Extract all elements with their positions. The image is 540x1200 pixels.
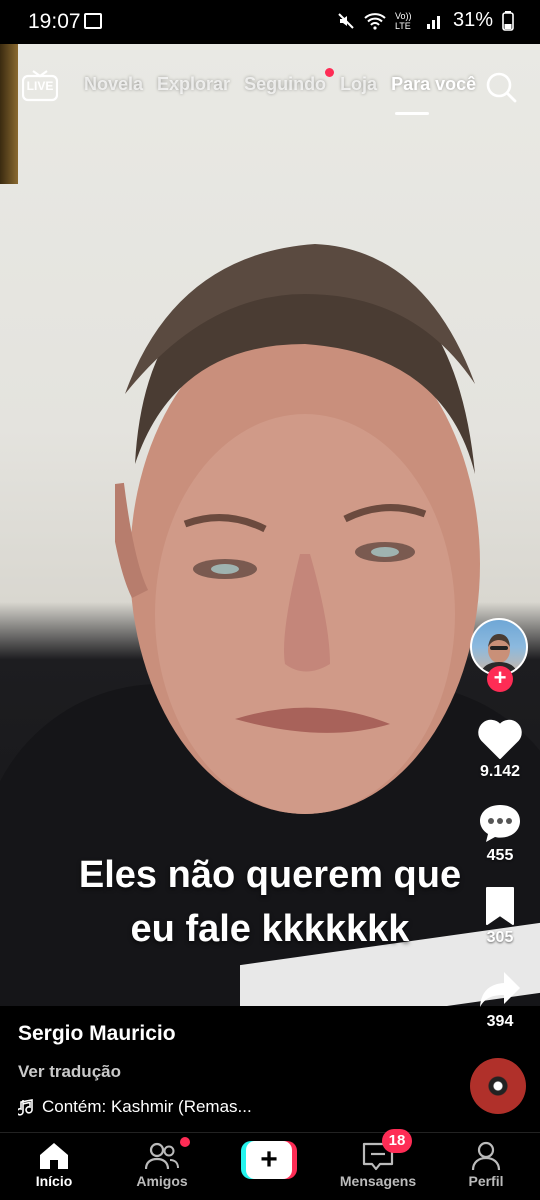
bottom-navigation: Início Amigos + Mensagens 18 Perfil <box>0 1129 540 1200</box>
network-label: Vo)) LTE <box>394 10 412 31</box>
signal-icon <box>426 15 440 29</box>
share-count: 394 <box>486 1013 514 1030</box>
follow-button[interactable]: + <box>487 666 513 692</box>
status-time: 19:07 <box>28 10 81 33</box>
tab-seguindo-label: Seguindo <box>244 74 327 94</box>
friends-icon <box>145 1142 179 1170</box>
share-button[interactable]: 394 <box>470 970 530 1031</box>
music-disc-icon[interactable] <box>470 1058 526 1114</box>
heart-icon <box>478 719 522 759</box>
profile-icon <box>471 1141 501 1171</box>
caption-line-1: Eles não querem que <box>78 854 462 896</box>
music-info[interactable]: Contém: Kashmir (Remas... <box>18 1097 252 1117</box>
mute-icon <box>338 12 354 29</box>
live-label: LIVE <box>26 79 54 93</box>
search-icon[interactable] <box>484 70 518 104</box>
messages-badge: 18 <box>382 1129 412 1153</box>
nav-friends-label: Amigos <box>136 1173 188 1189</box>
bookmark-icon <box>486 887 514 925</box>
video-caption: Eles não querem que eu fale kkkkkkk <box>0 848 540 956</box>
tab-novela[interactable]: Novela <box>84 74 143 95</box>
save-count: 305 <box>486 929 514 946</box>
comment-button[interactable]: 455 <box>470 802 530 865</box>
video-subject-face <box>115 244 480 814</box>
active-tab-indicator <box>395 112 429 115</box>
nav-messages[interactable]: Mensagens <box>328 1141 428 1189</box>
music-title: Contém: Kashmir (Remas... <box>42 1097 252 1116</box>
friends-notification-dot <box>180 1137 190 1147</box>
like-button[interactable]: 9.142 <box>470 718 530 781</box>
comment-count: 455 <box>486 847 514 864</box>
like-count: 9.142 <box>479 763 521 780</box>
nav-home[interactable]: Início <box>4 1141 104 1189</box>
tab-explorar[interactable]: Explorar <box>157 74 230 95</box>
create-button[interactable]: + <box>241 1141 297 1179</box>
top-navigation: LIVE Novela Explorar Seguindo Loja Para … <box>0 58 540 118</box>
video-player[interactable]: Eles não querem que eu fale kkkkkkk <box>0 44 540 1006</box>
battery-percent: 31% <box>452 9 493 31</box>
status-bar: 19:07 Vo)) LTE 31% <box>0 0 540 44</box>
battery-icon <box>502 10 514 31</box>
music-note-icon <box>18 1099 33 1116</box>
post-info: Sergio Mauricio Ver tradução Contém: Kas… <box>0 1006 540 1132</box>
status-icons: Vo)) LTE 31% <box>337 9 514 32</box>
wifi-icon <box>364 12 386 30</box>
home-icon <box>40 1143 68 1169</box>
new-content-dot <box>325 68 335 77</box>
comment-icon <box>480 805 520 842</box>
gallery-notification-icon <box>84 13 102 29</box>
share-icon <box>480 972 520 1007</box>
plus-icon: + <box>246 1141 292 1179</box>
tab-loja[interactable]: Loja <box>340 74 377 95</box>
save-button[interactable]: 305 <box>470 886 530 947</box>
feed-tabs: Novela Explorar Seguindo Loja Para você <box>84 68 476 95</box>
creator-username[interactable]: Sergio Mauricio <box>18 1022 176 1046</box>
tab-para-voce[interactable]: Para você <box>391 74 476 95</box>
tab-seguindo[interactable]: Seguindo <box>244 68 335 95</box>
caption-line-2: eu fale kkkkkkk <box>130 908 410 950</box>
see-translation-link[interactable]: Ver tradução <box>18 1062 121 1082</box>
nav-profile-label: Perfil <box>468 1173 504 1189</box>
nav-messages-label: Mensagens <box>339 1173 417 1189</box>
nav-friends[interactable]: Amigos <box>112 1141 212 1189</box>
nav-profile[interactable]: Perfil <box>436 1141 536 1189</box>
nav-home-label: Início <box>35 1173 73 1189</box>
